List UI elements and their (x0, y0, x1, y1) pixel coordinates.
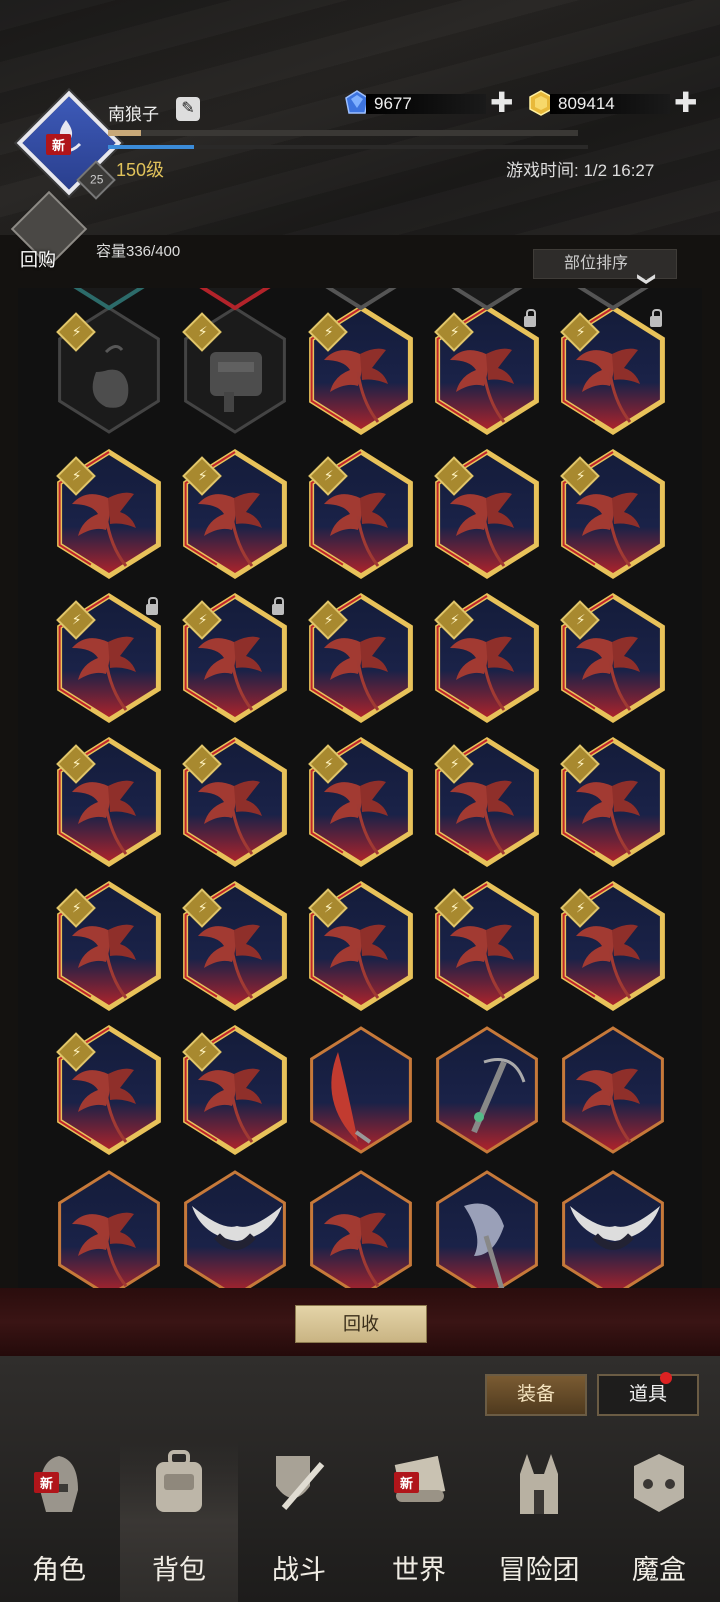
new-badge: 新 (46, 134, 72, 155)
game-time: 游戏时间: 1/2 16:27 (506, 161, 655, 180)
inventory-slot[interactable] (550, 1022, 676, 1158)
nav-scroll[interactable]: 新世界 (360, 1440, 478, 1602)
inventory-slot[interactable]: ⚡ (550, 446, 676, 582)
gem-currency: 9677 ✚ (344, 89, 524, 118)
inventory-slot[interactable]: ⚡ (298, 302, 424, 438)
backpack-icon (156, 1450, 202, 1512)
inventory-slot[interactable] (172, 288, 298, 314)
add-gold-button[interactable]: ✚ (674, 89, 697, 117)
nav-backpack[interactable]: 背包 (120, 1440, 238, 1602)
inventory-slot[interactable]: ⚡ (46, 734, 172, 870)
edit-name-icon[interactable]: ✎ (176, 97, 200, 121)
nav-label: 冒险团 (498, 1555, 580, 1585)
buyback-button[interactable]: 回购 (10, 190, 88, 270)
inventory-slot[interactable]: ⚡ (298, 590, 424, 726)
tab-items[interactable]: 道具 (597, 1374, 699, 1416)
item-frame (310, 1170, 412, 1288)
item-frame (58, 1170, 160, 1288)
inventory-slot[interactable]: ⚡ (298, 446, 424, 582)
inventory-slot[interactable]: ⚡ (172, 734, 298, 870)
item-frame (562, 1026, 664, 1154)
inventory-slot[interactable]: ⚡ (46, 446, 172, 582)
castle-icon (520, 1454, 558, 1514)
inventory-slot[interactable]: ⚡ (424, 734, 550, 870)
inventory-slot[interactable]: ⚡ (550, 878, 676, 1014)
item-frame (310, 1026, 412, 1154)
xp-fill (108, 130, 141, 136)
inventory-slot[interactable]: ⚡ (172, 878, 298, 1014)
inventory-slot[interactable]: ⚡ (46, 878, 172, 1014)
energy-bar (108, 145, 588, 149)
item-frame (436, 1170, 538, 1288)
lock-icon (272, 597, 284, 615)
inventory-slot[interactable] (46, 1166, 172, 1288)
add-gems-button[interactable]: ✚ (490, 89, 513, 117)
bag-capacity: 容量336/400 (96, 243, 181, 260)
inventory-slot[interactable] (424, 1022, 550, 1158)
energy-fill (108, 145, 195, 149)
inventory-slot[interactable]: ⚡ (424, 302, 550, 438)
inventory-slot[interactable] (172, 1166, 298, 1288)
tab-equipment[interactable]: 装备 (485, 1374, 587, 1416)
new-badge: 新 (394, 1472, 420, 1493)
inventory-slot[interactable] (424, 288, 550, 314)
inventory-slot[interactable]: ⚡ (46, 302, 172, 438)
inventory-slot[interactable] (550, 288, 676, 314)
new-badge: 新 (34, 1472, 60, 1493)
sword-shield-icon (276, 1456, 325, 1510)
inventory-slot[interactable]: ⚡ (46, 590, 172, 726)
inventory-slot[interactable]: ⚡ (298, 878, 424, 1014)
nav-castle[interactable]: 冒险团 (480, 1440, 598, 1602)
inventory-slot[interactable] (298, 1166, 424, 1288)
lock-icon (524, 309, 536, 327)
nav-label: 角色 (32, 1555, 86, 1585)
nav-label: 背包 (152, 1555, 206, 1585)
inventory-grid: ⚡ ⚡ ⚡ ⚡ ⚡ ⚡ ⚡ ⚡ ⚡ ⚡ ⚡ ⚡ ⚡ ⚡ ⚡ ⚡ ⚡ ⚡ ⚡ ⚡ ⚡ ⚡ ⚡ ⚡ ⚡ ⚡ ⚡ (18, 288, 702, 1288)
chevron-down-icon: ❯ (637, 271, 658, 287)
item-frame (184, 1170, 286, 1288)
xp-bar (108, 130, 578, 136)
nav-sword-shield[interactable]: 战斗 (240, 1440, 358, 1602)
nav-label: 战斗 (272, 1555, 326, 1585)
inventory-slot[interactable]: ⚡ (172, 302, 298, 438)
inventory-slot[interactable]: ⚡ (298, 734, 424, 870)
inventory-slot[interactable]: ⚡ (550, 734, 676, 870)
nav-label: 魔盒 (632, 1555, 686, 1585)
nav-helmet[interactable]: 新角色 (0, 1440, 118, 1602)
inventory-slot[interactable]: ⚡ (172, 1022, 298, 1158)
inventory-slot[interactable] (298, 288, 424, 314)
item-frame (436, 1026, 538, 1154)
inventory-slot[interactable]: ⚡ (424, 446, 550, 582)
nav-label: 世界 (392, 1555, 446, 1585)
gold-value: 809414 (558, 94, 615, 113)
buyback-label: 回购 (20, 250, 56, 270)
dice-box-icon (634, 1454, 684, 1512)
lock-icon (146, 597, 158, 615)
inventory-slot[interactable]: ⚡ (46, 1022, 172, 1158)
inventory-slot[interactable]: ⚡ (550, 590, 676, 726)
gold-currency: 809414 ✚ (528, 89, 708, 118)
nav-dice-box[interactable]: 魔盒 (600, 1440, 718, 1602)
item-frame (562, 1170, 664, 1288)
sort-label: 部位排序 (564, 255, 629, 272)
inventory-slot[interactable] (46, 288, 172, 314)
recycle-button[interactable]: 回收 (295, 1305, 427, 1343)
lock-icon (650, 309, 662, 327)
notification-dot (660, 1372, 672, 1384)
inventory-slot[interactable]: ⚡ (424, 590, 550, 726)
sort-dropdown[interactable]: 部位排序 ❯ (533, 249, 677, 287)
inventory-slot[interactable]: ⚡ (172, 446, 298, 582)
inventory-slot[interactable] (424, 1166, 550, 1288)
inventory-slot[interactable]: ⚡ (172, 590, 298, 726)
player-name: 南狼子 (108, 105, 159, 124)
inventory-slot[interactable] (298, 1022, 424, 1158)
inventory-slot[interactable]: ⚡ (550, 302, 676, 438)
inventory-slot[interactable]: ⚡ (424, 878, 550, 1014)
gem-value: 9677 (374, 94, 412, 113)
inventory-slot[interactable] (550, 1166, 676, 1288)
player-level: 150级 (116, 160, 165, 180)
